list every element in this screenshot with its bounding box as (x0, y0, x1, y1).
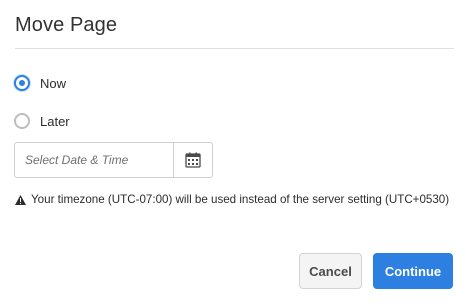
calendar-button[interactable] (173, 143, 212, 177)
radio-option-now[interactable]: Now (14, 75, 66, 91)
calendar-icon (185, 152, 201, 168)
radio-later-label: Later (40, 113, 70, 129)
move-page-dialog: Move Page Now Later Select Date & Time Y… (0, 0, 466, 306)
radio-now-label: Now (40, 75, 67, 91)
radio-later-button[interactable] (14, 113, 30, 129)
title-divider (15, 48, 454, 49)
timezone-warning-text: Your timezone (UTC-07:00) will be used i… (31, 193, 450, 206)
warning-triangle-icon (15, 194, 26, 205)
cancel-button[interactable]: Cancel (299, 253, 362, 289)
date-time-picker (14, 142, 213, 178)
radio-now-button[interactable] (14, 75, 30, 91)
timezone-warning: Your timezone (UTC-07:00) will be used i… (15, 193, 449, 206)
date-time-input[interactable] (15, 143, 173, 177)
radio-option-later[interactable]: Later (14, 113, 70, 129)
dialog-title: Move Page (15, 14, 118, 36)
continue-button[interactable]: Continue (373, 253, 453, 289)
